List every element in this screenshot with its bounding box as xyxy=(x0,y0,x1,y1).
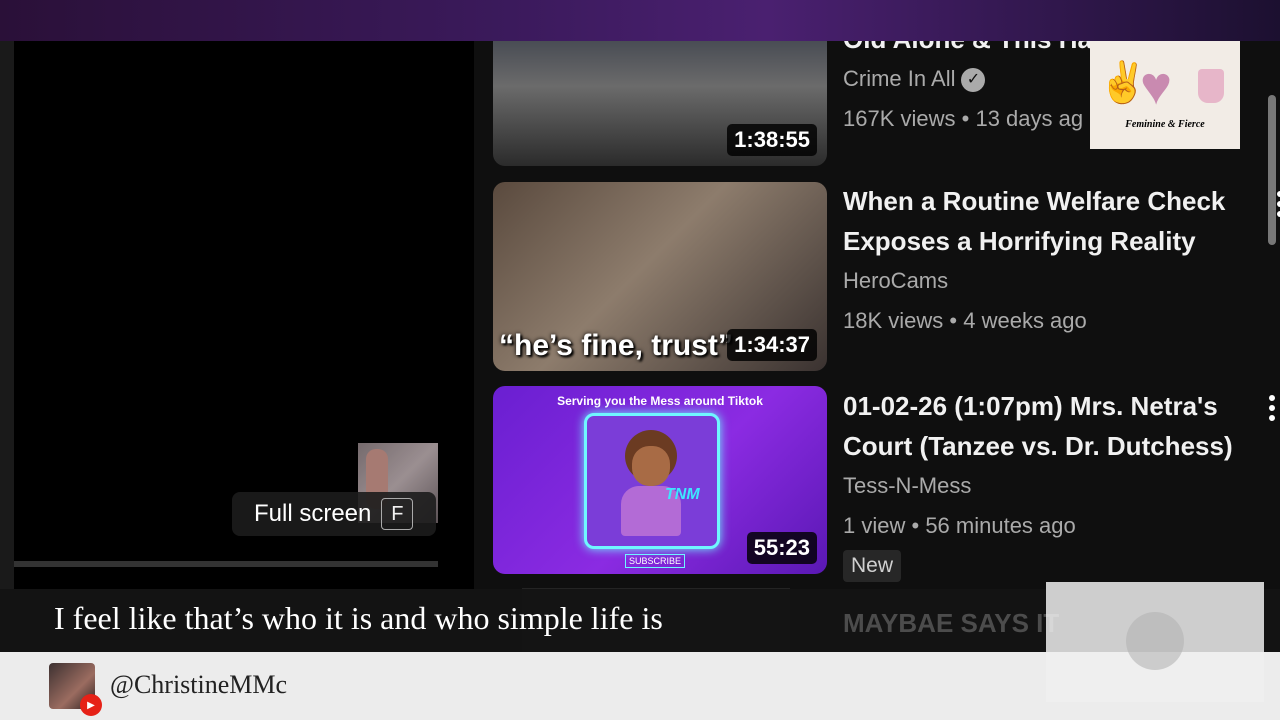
upload-age: 13 days ag xyxy=(975,106,1084,131)
verified-icon: ✓ xyxy=(961,68,986,93)
heart-icon: ♥ xyxy=(1140,56,1173,116)
video-title-line2[interactable]: Exposes a Horrifying Reality xyxy=(843,221,1243,261)
channel-name[interactable]: Tess-N-Mess xyxy=(843,466,1243,506)
thumbnail-subscribe-chip: SUBSCRIBE xyxy=(625,554,686,568)
more-options-icon[interactable] xyxy=(1266,395,1278,421)
stats-row: 1 view • 56 minutes ago xyxy=(843,506,1243,546)
separator-dot: • xyxy=(911,513,920,538)
character-face xyxy=(632,446,670,486)
duration-badge: 1:38:55 xyxy=(727,124,817,156)
preview-circle xyxy=(1126,612,1184,670)
channel-handle: @ChristineMMc xyxy=(110,670,288,699)
view-count: 167K views xyxy=(843,106,956,131)
video-title-line1[interactable]: When a Routine Welfare Check xyxy=(843,181,1243,221)
youtube-icon: ▶ xyxy=(80,694,102,716)
video-meta: 01-02-26 (1:07pm) Mrs. Netra's Court (Ta… xyxy=(843,386,1243,582)
player-edge xyxy=(0,41,14,589)
cup-icon xyxy=(1198,69,1224,103)
duration-badge: 1:34:37 xyxy=(727,329,817,361)
scrollbar-thumb[interactable] xyxy=(1268,95,1276,245)
thumbnail-caption: “he’s fine, trust” xyxy=(499,329,733,362)
stats-row: 18K views • 4 weeks ago xyxy=(843,301,1243,341)
duration-badge: 55:23 xyxy=(746,532,817,564)
thumbnail-logo: TNM xyxy=(665,486,700,503)
channel-name[interactable]: Crime In All xyxy=(843,66,955,91)
fullscreen-tooltip: Full screen F xyxy=(232,492,436,536)
thumbnail-banner: Serving you the Mess around Tiktok xyxy=(557,394,763,408)
video-title-line2[interactable]: Court (Tanzee vs. Dr. Dutchess) xyxy=(843,426,1243,466)
thumbnail-artwork: TNM xyxy=(584,413,720,549)
separator-dot: • xyxy=(961,106,970,131)
video-thumbnail[interactable]: 1:38:55 xyxy=(493,41,827,166)
tooltip-shortcut-key: F xyxy=(381,498,414,530)
live-caption: I feel like that’s who it is and who sim… xyxy=(54,600,663,636)
channel-name[interactable]: HeroCams xyxy=(843,261,1243,301)
overlay-preview-box xyxy=(1046,582,1264,702)
video-title-line1[interactable]: 01-02-26 (1:07pm) Mrs. Netra's xyxy=(843,386,1243,426)
video-meta: When a Routine Welfare Check Exposes a H… xyxy=(843,181,1243,341)
next-video-title-line1: MAYBAE SAYS IT xyxy=(843,608,1060,638)
channel-watermark-logo: ✌ ♥ Feminine & Fierce xyxy=(1090,41,1240,149)
video-thumbnail[interactable]: “he’s fine, trust” 1:34:37 xyxy=(493,182,827,371)
video-thumbnail[interactable]: Serving you the Mess around Tiktok TNM S… xyxy=(493,386,827,574)
upload-age: 4 weeks ago xyxy=(963,308,1087,333)
tooltip-label: Full screen xyxy=(254,500,372,527)
view-count: 1 view xyxy=(843,513,906,538)
view-count: 18K views xyxy=(843,308,944,333)
upload-age: 56 minutes ago xyxy=(925,513,1076,538)
separator-dot: • xyxy=(949,308,958,333)
logo-text: Feminine & Fierce xyxy=(1125,119,1205,130)
new-badge: New xyxy=(843,550,902,582)
progress-bar[interactable] xyxy=(14,561,438,567)
top-gradient-bar xyxy=(0,0,1280,41)
